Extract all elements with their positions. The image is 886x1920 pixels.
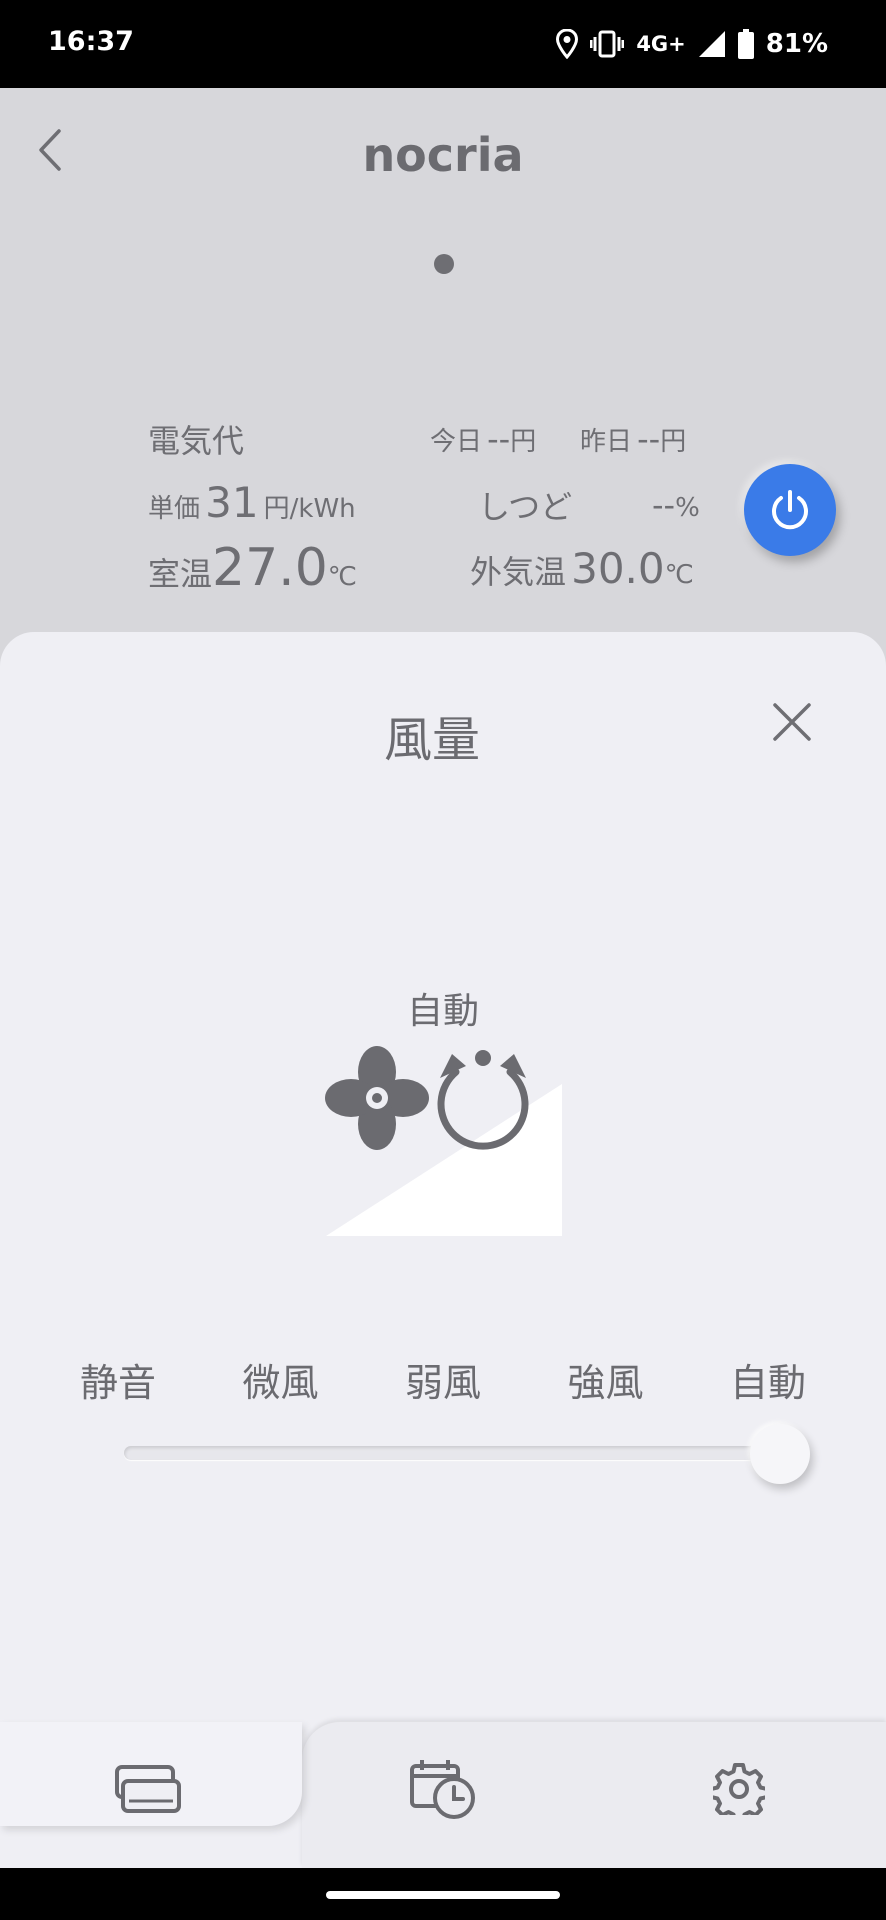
nav-tab-aircon[interactable] [111, 1756, 185, 1822]
cost-today: 今日 --円 [430, 420, 537, 458]
unit-price: 単価 31 円/kWh [148, 478, 356, 527]
electricity-label: 電気代 [148, 422, 245, 460]
network-type: 4G+ [636, 32, 686, 56]
home-gesture-bar[interactable] [326, 1891, 560, 1899]
level-strong[interactable]: 強風 [536, 1352, 676, 1407]
battery-icon [737, 29, 754, 59]
cost-yesterday: 昨日 --円 [580, 420, 687, 458]
slider-thumb[interactable] [750, 1424, 810, 1484]
fan-auto-icon [325, 1046, 562, 1236]
aircon-icon [115, 1765, 181, 1813]
humidity: しつど [478, 488, 573, 526]
level-quiet[interactable]: 静音 [48, 1352, 188, 1407]
status-icons: 4G+ 81% [556, 24, 828, 64]
sheet-title: 風量 [383, 712, 480, 768]
status-bar: 16:37 4G+ 81% [0, 0, 886, 88]
vibrate-icon [590, 30, 625, 58]
nav-tab-timer[interactable] [406, 1756, 480, 1822]
level-breeze[interactable]: 微風 [211, 1352, 351, 1407]
location-icon [556, 29, 579, 59]
fan-level-labels: 静音 微風 弱風 強風 自動 [48, 1352, 838, 1407]
fan-speed-slider[interactable] [124, 1446, 772, 1460]
timer-icon [410, 1760, 475, 1819]
power-icon [772, 490, 808, 530]
fan-speed-sheet [0, 632, 886, 1868]
nav-tab-settings[interactable] [702, 1756, 776, 1822]
gear-icon [713, 1763, 765, 1815]
signal-icon [698, 31, 725, 57]
close-icon [773, 703, 811, 741]
level-weak[interactable]: 弱風 [373, 1352, 513, 1407]
humidity-value: --% [652, 486, 700, 524]
current-mode-label: 自動 [406, 991, 479, 1032]
power-button[interactable] [744, 464, 836, 556]
status-time: 16:37 [48, 26, 134, 57]
level-auto[interactable]: 自動 [698, 1352, 838, 1407]
page-title: nocria [362, 128, 524, 182]
page-indicator-dot [434, 254, 454, 274]
battery-percent: 81% [765, 29, 828, 59]
room-temperature: 室温27.0℃ [148, 538, 357, 598]
nav-background [302, 1722, 886, 1868]
outdoor-temperature: 外気温 30.0℃ [470, 544, 694, 593]
close-button[interactable] [764, 694, 820, 750]
